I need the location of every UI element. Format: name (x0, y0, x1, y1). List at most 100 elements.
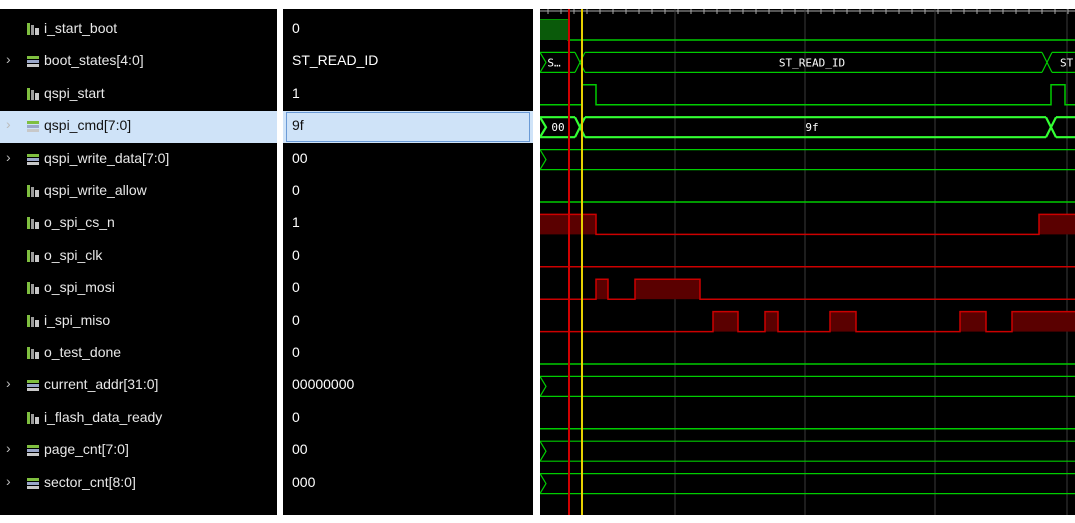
signal-row-i_spi_miso[interactable]: i_spi_miso (0, 306, 277, 338)
high-fill (765, 311, 778, 332)
value-row-boot_states[interactable]: ST_READ_ID (283, 46, 533, 78)
signal-row-qspi_start[interactable]: qspi_start (0, 79, 277, 111)
high-fill (540, 20, 568, 40)
signal-row-qspi_cmd[interactable]: › qspi_cmd[7:0] (0, 111, 277, 144)
signal-row-page_cnt[interactable]: › page_cnt[7:0] (0, 435, 277, 467)
value-row-o_spi_mosi[interactable]: 0 (283, 273, 533, 305)
signal-name: o_spi_cs_n (44, 214, 115, 231)
signal-row-current_addr[interactable]: › current_addr[31:0] (0, 370, 277, 402)
chevron-right-icon[interactable]: › (6, 149, 11, 165)
high-fill (830, 311, 856, 332)
waveform-canvas[interactable]: S… ST_READ_ID ST 00 9f (539, 9, 1075, 515)
wave-page_cnt (540, 440, 1075, 462)
signal-name: o_spi_mosi (44, 279, 115, 296)
bit-signal-icon (26, 249, 40, 263)
high-fill (596, 279, 608, 300)
signal-value-panel: 0 ST_READ_ID 1 9f 00 0 1 0 0 0 0 00000000 0 00 000 (283, 9, 533, 515)
value-row-page_cnt[interactable]: 00 (283, 435, 533, 467)
signal-value: 000 (292, 473, 316, 490)
bus-signal-icon (26, 54, 40, 68)
value-row-qspi_start[interactable]: 1 (283, 79, 533, 111)
signal-value: 0 (292, 246, 300, 263)
signal-row-o_spi_cs_n[interactable]: o_spi_cs_n (0, 208, 277, 240)
bit-signal-icon (26, 314, 40, 328)
value-row-sector_cnt[interactable]: 000 (283, 468, 533, 500)
signal-name: i_flash_data_ready (44, 408, 163, 425)
wave-i_start_boot (540, 19, 1075, 41)
signal-row-o_spi_mosi[interactable]: o_spi_mosi (0, 273, 277, 305)
value-row-qspi_cmd[interactable]: 9f (283, 111, 533, 144)
value-row-qspi_write_data[interactable]: 00 (283, 144, 533, 176)
bit-signal-icon (26, 184, 40, 198)
chevron-right-icon[interactable]: › (6, 51, 11, 67)
wave-current_addr (540, 375, 1075, 397)
signal-name: qspi_cmd[7:0] (44, 117, 132, 134)
chevron-right-icon[interactable]: › (6, 375, 11, 391)
signal-row-sector_cnt[interactable]: › sector_cnt[8:0] (0, 468, 277, 500)
bus-label: 9f (805, 121, 818, 134)
high-fill (635, 279, 700, 300)
signal-value: 0 (292, 311, 300, 328)
wave-o_spi_cs_n (540, 213, 1075, 236)
signal-row-i_start_boot[interactable]: i_start_boot (0, 14, 277, 46)
signal-value: 0 (292, 408, 300, 425)
signal-name: current_addr[31:0] (44, 376, 159, 393)
wave-qspi_cmd (1056, 116, 1075, 139)
signal-value: 0 (292, 20, 300, 36)
value-row-i_spi_miso[interactable]: 0 (283, 306, 533, 338)
value-row-o_spi_clk[interactable]: 0 (283, 241, 533, 273)
value-row-i_start_boot[interactable]: 0 (283, 14, 533, 46)
signal-row-boot_states[interactable]: › boot_states[4:0] (0, 46, 277, 78)
signal-row-o_spi_clk[interactable]: o_spi_clk (0, 241, 277, 273)
value-row-o_test_done[interactable]: 0 (283, 338, 533, 370)
signal-name: qspi_start (44, 84, 105, 101)
high-fill (1012, 311, 1075, 332)
signal-name: o_spi_clk (44, 246, 103, 263)
value-row-i_flash_data_ready[interactable]: 0 (283, 403, 533, 435)
value-row-qspi_write_allow[interactable]: 0 (283, 176, 533, 208)
high-fill (713, 311, 738, 332)
high-fill (960, 311, 986, 332)
signal-value: 1 (292, 214, 300, 231)
signal-row-i_flash_data_ready[interactable]: i_flash_data_ready (0, 403, 277, 435)
signal-value: 0 (292, 279, 300, 296)
bus-signal-icon (26, 378, 40, 392)
chevron-right-icon[interactable]: › (6, 116, 11, 132)
signal-value: 00 (292, 149, 308, 166)
wave-qspi_write_data (540, 149, 1075, 171)
bus-transition (1045, 116, 1057, 138)
bit-signal-icon (26, 411, 40, 425)
signal-value: 00 (292, 441, 308, 458)
chevron-right-icon[interactable]: › (6, 440, 11, 456)
signal-row-o_test_done[interactable]: o_test_done (0, 338, 277, 370)
signal-name: boot_states[4:0] (44, 52, 144, 69)
waveform-panel[interactable]: S… ST_READ_ID ST 00 9f (539, 9, 1075, 515)
value-row-o_spi_cs_n[interactable]: 1 (283, 208, 533, 240)
signal-value: 9f (292, 117, 304, 134)
bus-label: S… (547, 56, 561, 69)
signal-name: o_test_done (44, 344, 122, 360)
bit-signal-icon (26, 216, 40, 230)
signal-row-qspi_write_data[interactable]: › qspi_write_data[7:0] (0, 144, 277, 176)
bus-start (539, 149, 547, 170)
bus-transition (1041, 52, 1053, 73)
bus-transition (574, 116, 586, 138)
value-row-current_addr[interactable]: 00000000 (283, 370, 533, 402)
wave-o_spi_mosi (540, 278, 1075, 300)
signal-value: 00000000 (292, 376, 355, 393)
bus-start (539, 473, 547, 494)
signal-name: sector_cnt[8:0] (44, 473, 136, 490)
bit-signal-icon (26, 281, 40, 295)
bus-label: ST_READ_ID (779, 56, 845, 69)
wave-qspi_start (540, 84, 1075, 106)
bit-signal-icon (26, 346, 40, 360)
chevron-right-icon[interactable]: › (6, 473, 11, 489)
signal-name: i_spi_miso (44, 311, 111, 328)
signal-row-qspi_write_allow[interactable]: qspi_write_allow (0, 176, 277, 208)
signal-name: qspi_write_allow (44, 182, 147, 198)
signal-name-panel: i_start_boot › boot_states[4:0] qspi_start ›… (0, 9, 277, 515)
bus-start (539, 52, 547, 73)
bus-signal-icon (26, 152, 40, 166)
bus-signal-icon (26, 119, 40, 133)
wave-i_spi_miso (540, 310, 1075, 333)
